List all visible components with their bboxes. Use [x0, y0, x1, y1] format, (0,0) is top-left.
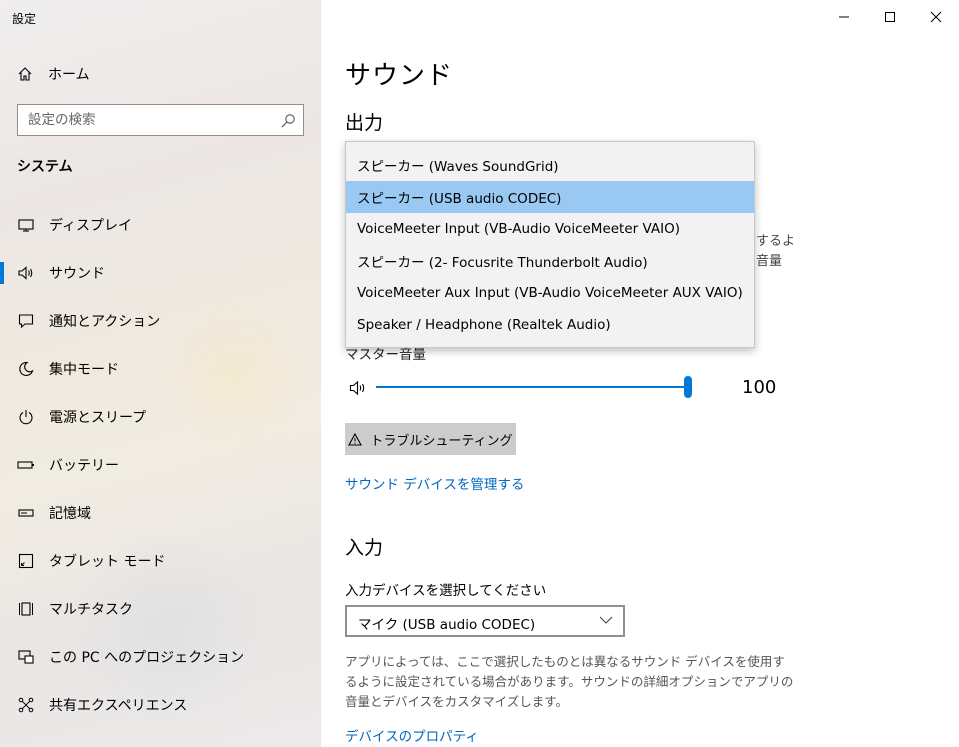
page-title: サウンド [345, 61, 454, 91]
moon-icon [19, 361, 34, 377]
minimize-icon [839, 16, 849, 18]
close-button[interactable] [913, 0, 959, 34]
input-device-value: マイク (USB audio CODEC) [358, 617, 536, 633]
window-title: 設定 [12, 12, 37, 26]
sidebar-item-label: マルチタスク [49, 602, 133, 618]
home-icon [18, 67, 32, 81]
manage-sound-devices-link[interactable]: サウンド デバイスを管理する [345, 473, 524, 493]
sidebar: 設定 ホーム システム ディスプレイ サウンド 通知とアクション 集中モード [0, 0, 321, 747]
sidebar-item-battery[interactable]: バッテリー [0, 441, 321, 489]
output-heading: 出力 [345, 112, 384, 134]
dropdown-option-selected[interactable]: スピーカー (USB audio CODEC) [346, 181, 754, 213]
sidebar-item-sound[interactable]: サウンド [0, 249, 321, 297]
power-icon [19, 410, 33, 425]
dropdown-option[interactable]: VoiceMeeter Input (VB-Audio VoiceMeeter … [346, 213, 754, 245]
sidebar-item-label: バッテリー [49, 458, 119, 474]
sidebar-item-multitask[interactable]: マルチタスク [0, 585, 321, 633]
sidebar-item-projection[interactable]: この PC へのプロジェクション [0, 633, 321, 681]
dropdown-option[interactable]: スピーカー (Waves SoundGrid) [346, 149, 754, 181]
input-heading: 入力 [345, 537, 384, 559]
output-description-fragment: するよ [756, 234, 796, 249]
speaker-icon[interactable] [349, 379, 371, 397]
battery-icon [17, 461, 34, 469]
troubleshoot-button[interactable]: トラブルシューティング [345, 423, 516, 455]
sidebar-item-label: サウンド [49, 266, 105, 282]
settings-search[interactable] [17, 104, 304, 136]
warning-icon [348, 432, 363, 446]
output-device-dropdown[interactable]: スピーカー (Waves SoundGrid) スピーカー (USB audio… [345, 141, 755, 348]
sidebar-item-label: タブレット モード [49, 554, 166, 570]
maximize-button[interactable] [867, 0, 913, 34]
notification-icon [18, 314, 34, 329]
sidebar-item-notifications[interactable]: 通知とアクション [0, 297, 321, 345]
storage-icon [18, 509, 34, 517]
dropdown-option[interactable]: VoiceMeeter Aux Input (VB-Audio VoiceMee… [346, 277, 754, 309]
master-volume-slider[interactable] [374, 376, 694, 400]
sidebar-item-label: 通知とアクション [49, 314, 161, 330]
device-properties-link[interactable]: デバイスのプロパティ [345, 725, 479, 745]
sidebar-section-title: システム [17, 159, 73, 175]
sidebar-item-label: 集中モード [49, 362, 119, 378]
tablet-icon [18, 553, 34, 569]
sidebar-item-power[interactable]: 電源とスリープ [0, 393, 321, 441]
sidebar-home-label: ホーム [48, 67, 90, 83]
sidebar-item-focus[interactable]: 集中モード [0, 345, 321, 393]
dropdown-option[interactable]: スピーカー (2- Focusrite Thunderbolt Audio) [346, 245, 754, 277]
sidebar-item-label: 電源とスリープ [49, 410, 147, 426]
sidebar-item-storage[interactable]: 記憶域 [0, 489, 321, 537]
volume-value: 100 [742, 377, 777, 398]
chevron-down-icon [599, 616, 613, 624]
sidebar-item-display[interactable]: ディスプレイ [0, 201, 321, 249]
search-input[interactable] [28, 111, 268, 129]
troubleshoot-label: トラブルシューティング [370, 433, 513, 449]
slider-thumb[interactable] [684, 376, 692, 398]
multitask-icon [19, 602, 33, 616]
input-description: アプリによっては、ここで選択したものとは異なるサウンド デバイスを使用するように… [345, 654, 794, 709]
input-device-select[interactable]: マイク (USB audio CODEC) [345, 605, 625, 637]
sidebar-item-label: 共有エクスペリエンス [49, 698, 188, 714]
sidebar-item-shared[interactable]: 共有エクスペリエンス [0, 681, 321, 729]
maximize-icon [885, 12, 895, 22]
sidebar-nav: ディスプレイ サウンド 通知とアクション 集中モード 電源とスリープ バッテリー… [0, 201, 321, 729]
sidebar-home[interactable]: ホーム [17, 63, 90, 85]
monitor-icon [18, 219, 34, 232]
sidebar-item-label: この PC へのプロジェクション [49, 650, 245, 666]
input-device-label: 入力デバイスを選択してください [345, 583, 547, 599]
sidebar-item-label: 記憶域 [49, 506, 91, 522]
projection-icon [18, 650, 34, 664]
search-icon[interactable] [280, 113, 296, 129]
share-icon [18, 697, 34, 713]
sidebar-item-tablet[interactable]: タブレット モード [0, 537, 321, 585]
close-icon [930, 11, 942, 23]
sidebar-item-label: ディスプレイ [49, 218, 133, 234]
output-description-fragment: 音量 [756, 254, 783, 269]
slider-track [376, 386, 686, 388]
speaker-icon [18, 266, 33, 280]
dropdown-option[interactable]: Speaker / Headphone (Realtek Audio) [346, 309, 754, 341]
minimize-button[interactable] [821, 0, 867, 34]
